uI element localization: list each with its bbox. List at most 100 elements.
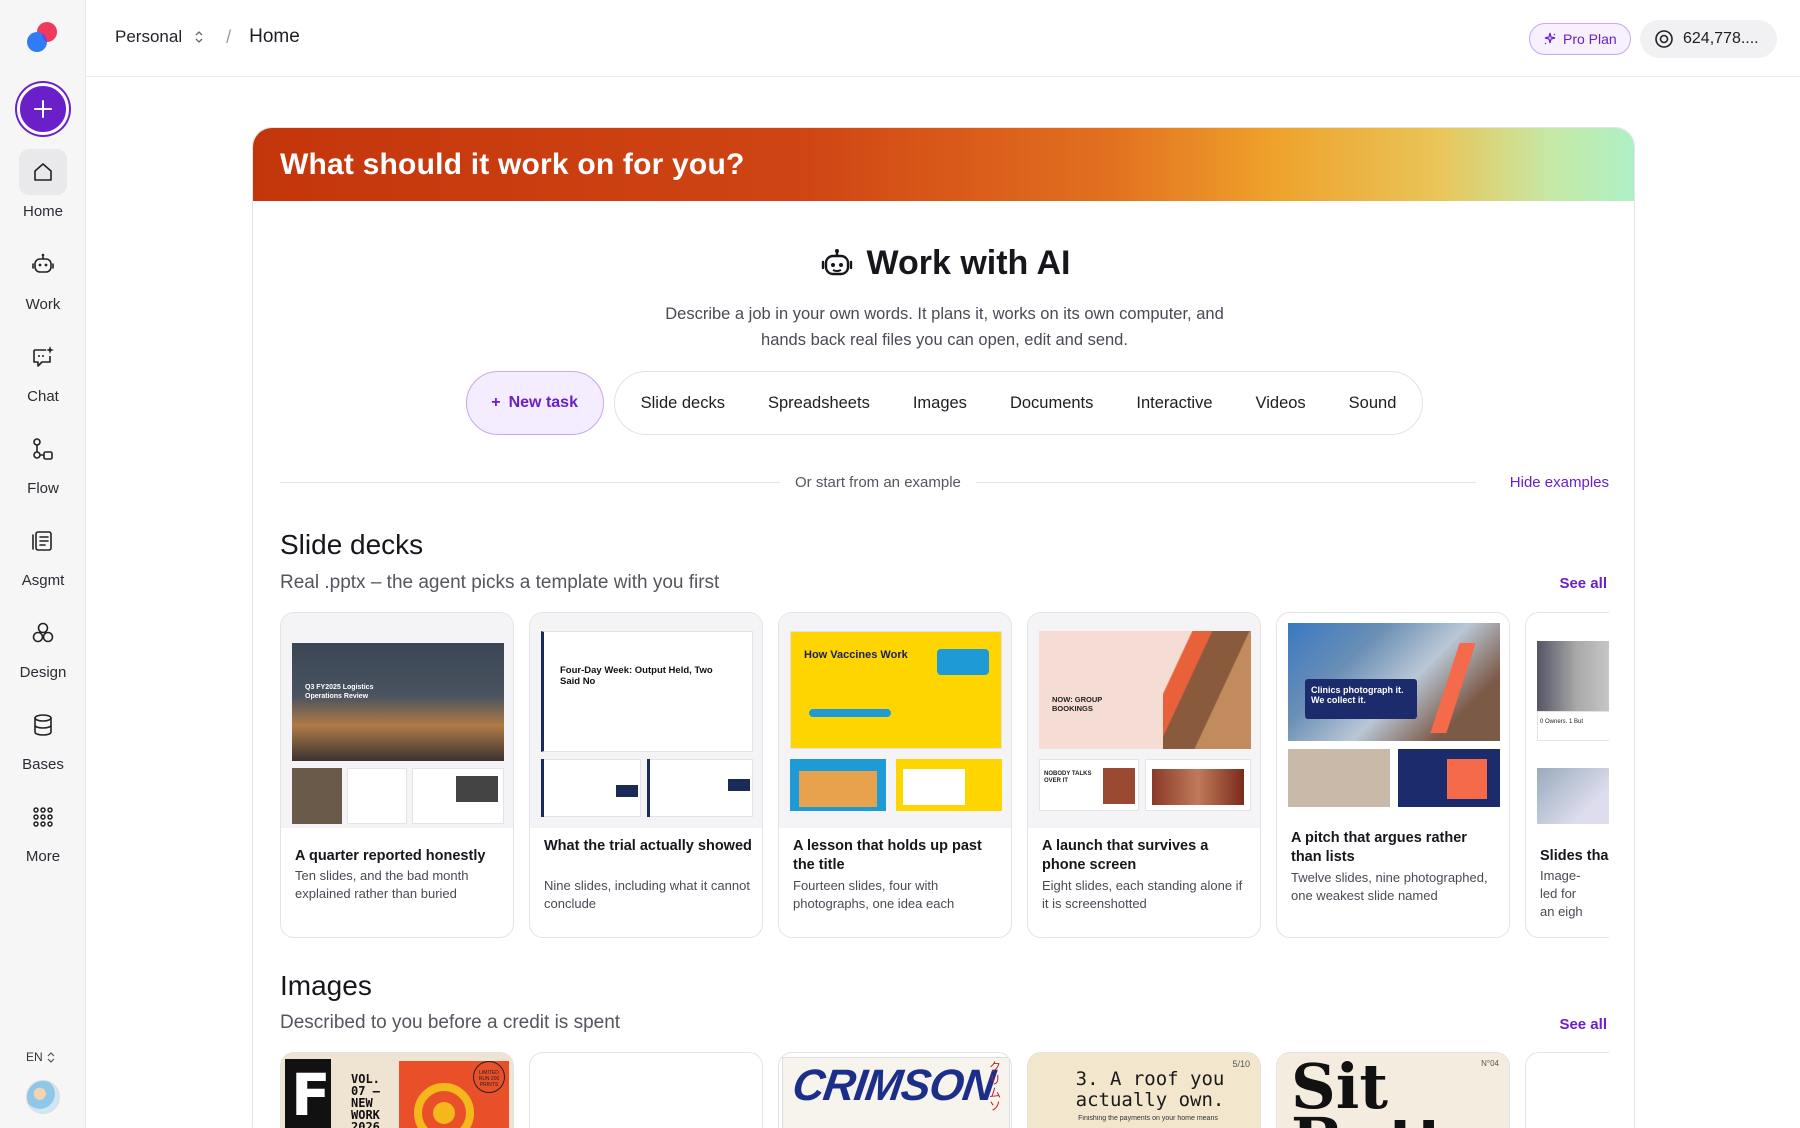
thumb-text: Four-Day Week: Output Held, Two Said No	[560, 665, 713, 687]
new-button[interactable]	[17, 83, 69, 135]
sidebar-label: Bases	[22, 756, 64, 773]
sidebar-label: Asgmt	[21, 572, 65, 589]
language-label: EN	[26, 1050, 43, 1064]
sidebar-item-asgmt[interactable]: Asgmt	[0, 518, 86, 589]
card-description: Image-led for an eigh	[1540, 868, 1583, 919]
sidebar-label: More	[25, 848, 61, 865]
hide-examples-link[interactable]: Hide examples	[1496, 474, 1609, 491]
tab-images[interactable]: Images	[913, 394, 967, 413]
sidebar-label: Chat	[27, 388, 59, 405]
sidebar-label: Flow	[27, 480, 59, 497]
breadcrumb-separator: /	[226, 26, 232, 47]
task-type-tabs: Slide decks Spreadsheets Images Document…	[613, 371, 1424, 435]
hero-title: Work with AI	[866, 244, 1071, 282]
card-title: What the trial actually showed	[544, 838, 752, 854]
example-card[interactable]: N°04 Sit Butt	[1276, 1052, 1510, 1128]
thumb-number: N°04	[1481, 1059, 1499, 1068]
card-title: A launch that survives a phone screen	[1042, 838, 1209, 873]
app-logo-icon[interactable]	[25, 20, 61, 56]
examples-divider: Or start from an example Hide examples	[280, 474, 1609, 491]
plus-icon: +	[491, 394, 501, 411]
sidebar-item-flow[interactable]: Flow	[0, 426, 86, 497]
sidebar-item-more[interactable]: More	[0, 794, 86, 865]
example-card[interactable]: F VOL. 07 – NEW WORK 2026 LIMITED RUN 20…	[280, 1052, 514, 1128]
thumb-text: Clinics photograph it. We collect it.	[1311, 685, 1404, 705]
credits-balance[interactable]: 624,778....	[1640, 20, 1777, 58]
example-card[interactable]: 0 Owners. 1 But Slides tha Image-led for…	[1525, 612, 1609, 938]
card-description: Nine slides, including what it cannot co…	[544, 878, 750, 911]
thumb-text: NOBODY TALKS OVER IT	[1044, 771, 1092, 784]
examples-divider-text: Or start from an example	[795, 474, 961, 491]
thumb-text: CRIMSON	[789, 1061, 998, 1110]
sidebar-item-home[interactable]: Home	[0, 149, 86, 220]
divider-line	[280, 482, 780, 483]
robot-icon	[821, 248, 852, 275]
section-subtitle: Described to you before a credit is spen…	[280, 1012, 621, 1033]
card-thumbnail: Clinics photograph it. We collect it.	[1277, 613, 1509, 828]
card-description: Twelve slides, nine photographed, one we…	[1291, 870, 1488, 903]
pro-plan-badge[interactable]: Pro Plan	[1529, 23, 1631, 55]
example-card[interactable]: 5/10 3. A roof you actually own. Finishi…	[1027, 1052, 1261, 1128]
see-all-images-link[interactable]: See all	[1559, 1016, 1607, 1033]
sidebar: Home Work Chat Flow Asgmt Design Bases M…	[0, 0, 86, 1128]
workspace-switcher[interactable]: Personal	[115, 27, 182, 47]
tab-interactive[interactable]: Interactive	[1136, 394, 1212, 413]
card-thumbnail: Q3 FY2025 Logistics Operations Review	[281, 613, 513, 828]
sidebar-label: Design	[19, 664, 67, 681]
card-description: Fourteen slides, four with photographs, …	[793, 878, 955, 911]
section-subtitle: Real .pptx – the agent picks a template …	[280, 572, 720, 593]
chevron-updown-icon[interactable]	[194, 30, 204, 44]
card-title: A quarter reported honestly	[295, 848, 486, 864]
tab-sound[interactable]: Sound	[1349, 394, 1397, 413]
thumb-text: Q3 FY2025 Logistics Operations Review	[305, 684, 374, 700]
divider-line	[975, 482, 1476, 483]
new-task-button[interactable]: + New task	[465, 371, 604, 435]
tab-videos[interactable]: Videos	[1256, 394, 1306, 413]
language-switcher[interactable]: EN	[26, 1050, 55, 1064]
tab-spreadsheets[interactable]: Spreadsheets	[768, 394, 870, 413]
slide-deck-examples: Q3 FY2025 Logistics Operations Review A …	[280, 612, 1609, 942]
example-card[interactable]: Q3 FY2025 Logistics Operations Review A …	[280, 612, 514, 938]
example-card[interactable]: How Vaccines Work A lesson that holds up…	[778, 612, 1012, 938]
card-title: A pitch that argues rather than lists	[1291, 830, 1467, 865]
sidebar-item-work[interactable]: Work	[0, 242, 86, 313]
tab-documents[interactable]: Documents	[1010, 394, 1093, 413]
thumb-text: 3. A roof you actually own.	[1075, 1068, 1225, 1111]
breadcrumb: Personal / Home	[115, 26, 300, 48]
thumb-text: Butt	[1291, 1110, 1446, 1128]
example-card[interactable]: CRIMSON クリムソ	[778, 1052, 1012, 1128]
thumb-text: F	[291, 1061, 331, 1128]
robot-icon	[32, 253, 54, 273]
thumb-badge: LIMITED RUN 200 PRINTS	[473, 1061, 505, 1093]
banner-title: What should it work on for you?	[280, 147, 745, 181]
sidebar-item-design[interactable]: Design	[0, 610, 86, 681]
task-type-bar: + New task Slide decks Spreadsheets Imag…	[253, 371, 1634, 435]
card-title: A lesson that holds up past the title	[793, 838, 982, 873]
sparkle-icon	[1544, 32, 1556, 45]
example-card[interactable]: Clinics photograph it. We collect it. A …	[1276, 612, 1510, 938]
avatar[interactable]	[26, 1080, 60, 1114]
thumb-text: 0 Owners. 1 But	[1540, 719, 1584, 725]
sidebar-label: Work	[25, 296, 61, 313]
thumb-text: How Vaccines Work	[804, 649, 908, 661]
card-description: Ten slides, and the bad month explained …	[295, 868, 469, 901]
example-card[interactable]: Four-Day Week: Output Held, Two Said No …	[529, 612, 763, 938]
see-all-slides-link[interactable]: See all	[1559, 575, 1607, 592]
example-card[interactable]	[529, 1052, 763, 1128]
top-bar: Personal / Home Pro Plan 624,778....	[86, 0, 1800, 77]
section-title-slide-decks: Slide decks	[280, 529, 424, 560]
example-card[interactable]	[1525, 1052, 1609, 1128]
sidebar-item-chat[interactable]: Chat	[0, 334, 86, 405]
work-panel: What should it work on for you? Work wit…	[252, 127, 1635, 1128]
example-card[interactable]: NOW: GROUP BOOKINGS NOBODY TALKS OVER IT…	[1027, 612, 1261, 938]
home-icon	[34, 163, 52, 181]
section-title-images: Images	[280, 970, 372, 1001]
sidebar-item-bases[interactable]: Bases	[0, 702, 86, 773]
tab-slide-decks[interactable]: Slide decks	[641, 394, 725, 413]
assignment-icon	[32, 531, 52, 551]
image-examples: F VOL. 07 – NEW WORK 2026 LIMITED RUN 20…	[280, 1052, 1609, 1128]
coin-icon	[1655, 30, 1673, 48]
sidebar-label: Home	[22, 203, 63, 220]
hero-description: Describe a job in your own words. It pla…	[665, 305, 1224, 349]
thumb-small-text: Finishing the payments on your home mean…	[1078, 1115, 1218, 1122]
